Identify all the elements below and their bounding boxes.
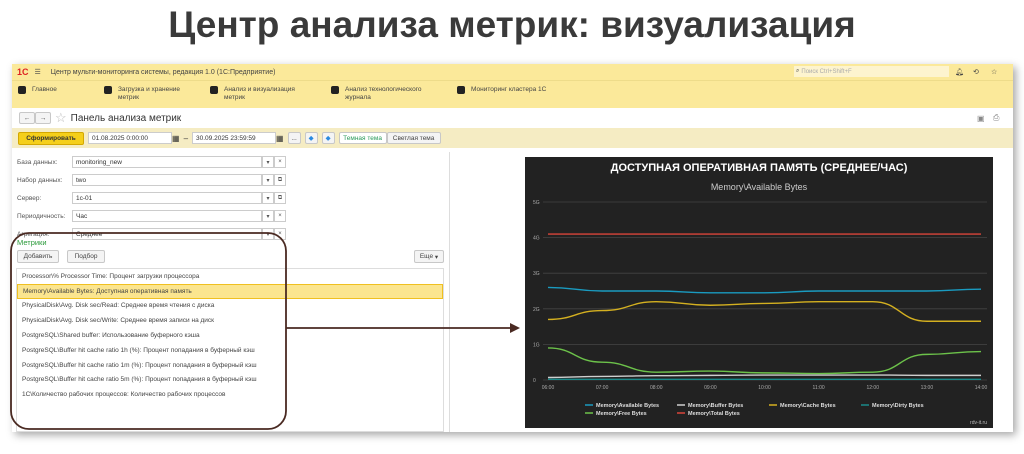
arrow-head-icon (510, 323, 520, 333)
highlight-outline (10, 232, 287, 430)
annotation-overlay (10, 232, 520, 430)
